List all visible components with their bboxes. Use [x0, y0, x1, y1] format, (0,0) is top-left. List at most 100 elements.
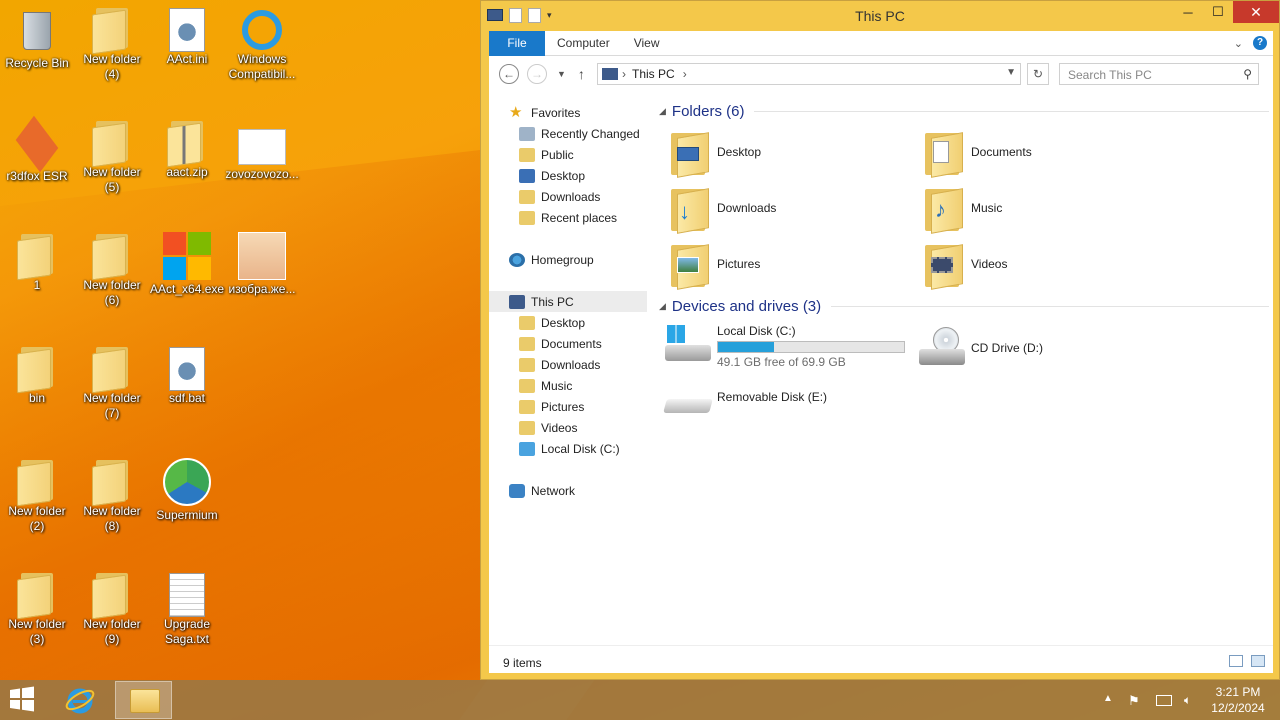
up-button[interactable]: ↑: [578, 66, 585, 82]
desktop-icon[interactable]: Recycle Bin: [0, 6, 74, 71]
drive-tile-c[interactable]: Local Disk (C:) 49.1 GB free of 69.9 GB: [665, 318, 905, 374]
nav-fav-item[interactable]: Desktop: [519, 165, 585, 186]
folder-tile[interactable]: Videos: [919, 238, 1159, 290]
start-button[interactable]: [8, 686, 40, 714]
nav-pc-item[interactable]: Documents: [519, 333, 602, 354]
collapse-icon[interactable]: ◢: [659, 106, 666, 117]
nav-homegroup[interactable]: Homegroup: [509, 249, 594, 270]
desktop-icon-label: aact.zip: [166, 165, 208, 179]
desktop-icon[interactable]: bin: [0, 345, 74, 406]
desktop-icon[interactable]: AAct_x64.exe: [150, 232, 224, 297]
folder-tile[interactable]: ↓ Downloads: [665, 182, 905, 234]
file-explorer-taskbar-button[interactable]: [115, 681, 172, 719]
folder-label: Pictures: [717, 257, 761, 271]
folder-tile[interactable]: Pictures: [665, 238, 905, 290]
desktop-icon[interactable]: New folder (4): [75, 6, 149, 82]
maximize-button[interactable]: ☐: [1203, 1, 1233, 23]
collapse-icon[interactable]: ◢: [659, 301, 666, 312]
forward-button[interactable]: →: [527, 64, 547, 84]
anime-icon: [225, 232, 299, 280]
tab-computer[interactable]: Computer: [545, 31, 622, 56]
nav-fav-item[interactable]: Downloads: [519, 186, 600, 207]
internet-explorer-icon[interactable]: [64, 684, 96, 716]
nav-network-label: Network: [531, 483, 576, 498]
nav-network[interactable]: Network: [509, 480, 575, 501]
desktop-icon[interactable]: New folder (3): [0, 571, 74, 647]
clock[interactable]: 3:21 PM 12/2/2024: [1206, 684, 1270, 716]
folder-icon: [75, 460, 149, 507]
nav-fav-item[interactable]: Recent places: [519, 207, 617, 228]
nav-pc-item[interactable]: Desktop: [519, 312, 585, 333]
show-hidden-icons-icon[interactable]: ▲: [1100, 693, 1116, 707]
desktop-icon-label: Supermium: [156, 508, 218, 522]
chevron-down-icon[interactable]: ▼: [1006, 67, 1016, 78]
desktop-icon-label: изобра.же...: [228, 282, 296, 296]
desktop-icon[interactable]: New folder (7): [75, 345, 149, 421]
chevron-right-icon[interactable]: ›: [622, 67, 626, 81]
desktop-icon[interactable]: New folder (8): [75, 458, 149, 534]
desktop-icon[interactable]: New folder (5): [75, 119, 149, 195]
nav-fav-item[interactable]: Public: [519, 144, 574, 165]
close-button[interactable]: ✕: [1233, 1, 1279, 23]
drives-group-header[interactable]: ◢ Devices and drives (3): [659, 298, 1269, 315]
nav-fav-item[interactable]: Recently Changed: [519, 123, 640, 144]
nav-homegroup-label: Homegroup: [531, 252, 594, 267]
drive-tile-e[interactable]: Removable Disk (E:): [663, 378, 905, 430]
action-center-flag-icon[interactable]: ⚑: [1128, 693, 1144, 708]
network-icon[interactable]: [1156, 694, 1172, 706]
nav-this-pc[interactable]: This PC: [509, 291, 574, 312]
desktop-icon[interactable]: Windows Compatibil...: [225, 6, 299, 82]
folder-tile[interactable]: Documents: [919, 126, 1159, 178]
tab-file[interactable]: File: [489, 30, 545, 56]
desktop-icon[interactable]: New folder (9): [75, 571, 149, 647]
desktop-icon[interactable]: aact.zip: [150, 119, 224, 180]
desktop-icon: [519, 315, 535, 330]
minimize-button[interactable]: ─: [1173, 1, 1203, 23]
desktop-icon-label: New folder (4): [83, 52, 141, 81]
folder-label: Music: [971, 201, 1003, 215]
hard-drive-icon: [665, 323, 711, 369]
desktop-icon[interactable]: sdf.bat: [150, 345, 224, 406]
desktop-icon[interactable]: zovozovozo...: [225, 119, 299, 182]
desktop-icon[interactable]: изобра.же...: [225, 232, 299, 297]
folder-tile[interactable]: ♪ Music: [919, 182, 1159, 234]
title-bar[interactable]: ▾ This PC ─ ☐ ✕: [481, 1, 1279, 31]
nav-pc-item[interactable]: Local Disk (C:): [519, 438, 620, 459]
nav-pc-item[interactable]: Music: [519, 375, 572, 396]
chevron-right-icon[interactable]: ›: [683, 67, 687, 81]
folders-group-header[interactable]: ◢ Folders (6): [659, 103, 1269, 120]
drive-tile-d[interactable]: CD Drive (D:): [919, 322, 1159, 374]
recent-locations-icon[interactable]: ▼: [557, 69, 566, 79]
desktop-icon-label: AAct_x64.exe: [150, 282, 225, 296]
desktop-icon[interactable]: 1: [0, 232, 74, 293]
tab-view[interactable]: View: [622, 31, 672, 56]
folder-tile[interactable]: Desktop: [665, 126, 905, 178]
search-input[interactable]: Search This PC ⚲: [1059, 63, 1259, 85]
desktop-icon[interactable]: Upgrade Saga.txt: [150, 571, 224, 647]
nav-favorites[interactable]: ★ Favorites: [509, 102, 580, 123]
desktop-icon[interactable]: r3dfox ESR: [0, 115, 74, 184]
removable-disk-icon: [663, 381, 713, 427]
nav-pc-item[interactable]: Videos: [519, 417, 577, 438]
local-disk-icon: [519, 441, 535, 456]
desktop-icon[interactable]: AAct.ini: [150, 6, 224, 67]
desktop-icon-label: New folder (9): [83, 617, 141, 646]
volume-muted-icon[interactable]: 🔈︎: [1184, 693, 1200, 707]
desktop-icon[interactable]: Supermium: [150, 458, 224, 523]
desktop-icon[interactable]: New folder (2): [0, 458, 74, 534]
nav-pc-item[interactable]: Pictures: [519, 396, 584, 417]
search-icon[interactable]: ⚲: [1243, 67, 1252, 81]
status-bar: 9 items: [489, 645, 1273, 673]
details-view-icon[interactable]: [1229, 655, 1243, 667]
help-icon[interactable]: ?: [1253, 36, 1267, 50]
refresh-button[interactable]: ↻: [1027, 63, 1049, 85]
expand-ribbon-icon[interactable]: ⌄: [1234, 37, 1243, 50]
desktop-icon[interactable]: New folder (6): [75, 232, 149, 308]
star-icon: ★: [509, 103, 523, 121]
nav-pc-item[interactable]: Downloads: [519, 354, 600, 375]
address-location[interactable]: This PC: [632, 67, 675, 81]
window-title: This PC: [855, 8, 905, 24]
address-bar[interactable]: › This PC › ▼: [597, 63, 1021, 85]
large-icons-view-icon[interactable]: [1251, 655, 1265, 667]
back-button[interactable]: ←: [499, 64, 519, 84]
